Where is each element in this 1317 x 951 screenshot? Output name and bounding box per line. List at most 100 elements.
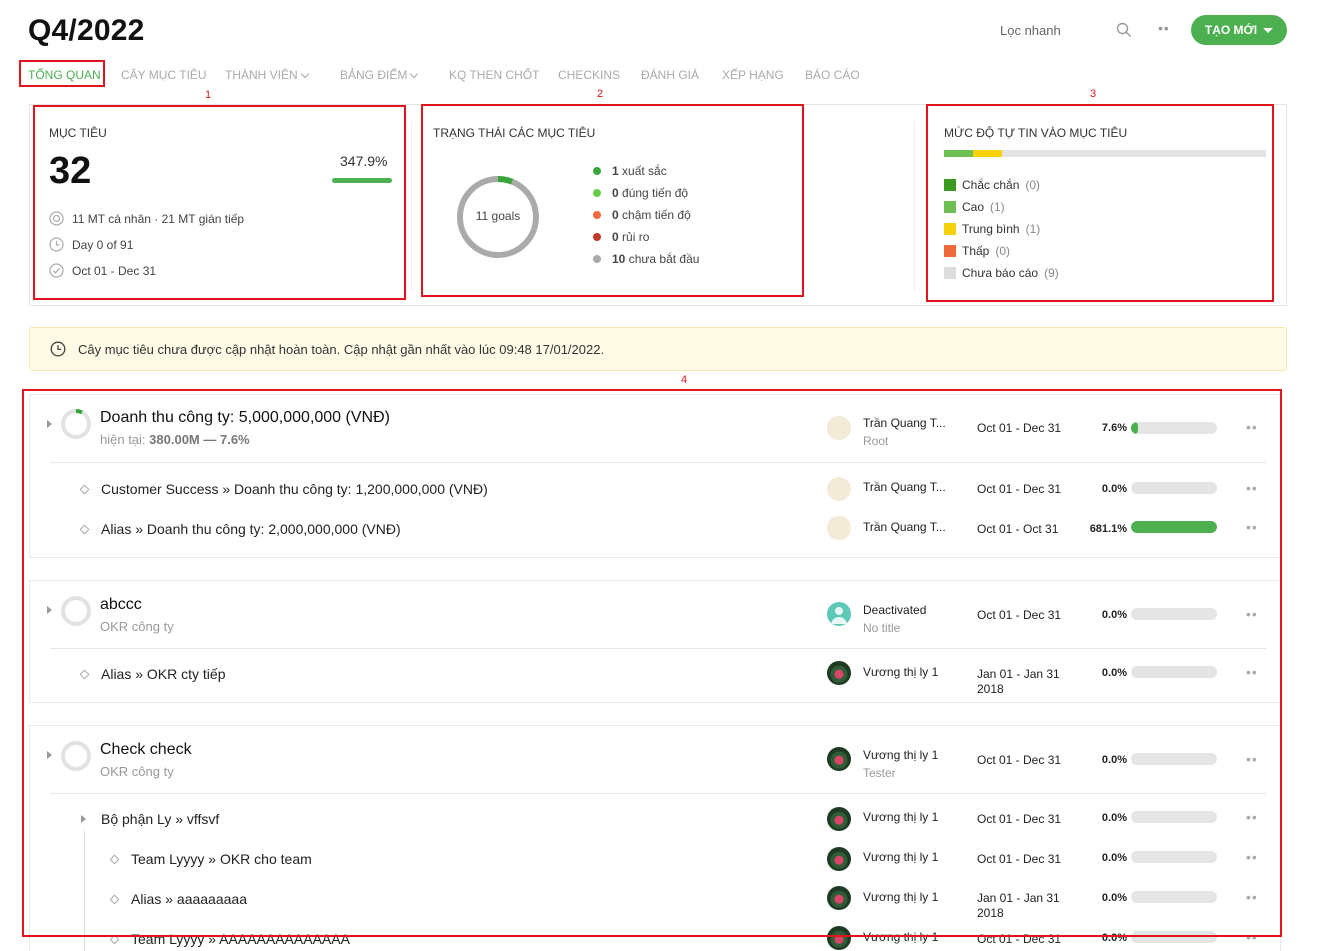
status-card-label: TRẠNG THÁI CÁC MỤC TIÊU bbox=[433, 126, 596, 140]
progress-bar bbox=[1131, 811, 1217, 823]
row-more-icon[interactable]: •• bbox=[1246, 519, 1258, 535]
tab-reports[interactable]: BÁO CÁO bbox=[805, 68, 860, 82]
divider bbox=[411, 121, 412, 291]
confidence-item-unreported: Chưa báo cáo (9) bbox=[944, 262, 1059, 284]
avatar[interactable] bbox=[827, 926, 851, 950]
avatar[interactable] bbox=[827, 416, 851, 440]
row-more-icon[interactable]: •• bbox=[1246, 751, 1258, 767]
donut-center-label: 11 goals bbox=[475, 209, 521, 223]
confidence-text: Thấp bbox=[962, 244, 990, 258]
owner-name[interactable]: Vương thị ly 1 bbox=[863, 890, 938, 904]
row-more-icon[interactable]: •• bbox=[1246, 419, 1258, 435]
create-new-button[interactable]: TẠO MỚI bbox=[1191, 15, 1287, 45]
owner-name[interactable]: Vương thị ly 1 bbox=[863, 850, 938, 864]
avatar[interactable] bbox=[827, 847, 851, 871]
date-range: Oct 01 - Dec 31 bbox=[977, 482, 1062, 496]
row-more-icon[interactable]: •• bbox=[1246, 664, 1258, 680]
owner-name[interactable]: Vương thị ly 1 bbox=[863, 748, 938, 762]
date-range: Jan 01 - Jan 31 2018 bbox=[977, 667, 1060, 697]
child-goal-title[interactable]: Team Lyyyy » OKR cho team bbox=[131, 851, 312, 867]
tab-goal-tree[interactable]: CÂY MỤC TIÊU bbox=[121, 68, 207, 82]
avatar[interactable] bbox=[827, 477, 851, 501]
legend-swatch bbox=[944, 223, 956, 235]
row-more-icon[interactable]: •• bbox=[1246, 480, 1258, 496]
owner-name[interactable]: Trần Quang T... bbox=[863, 520, 946, 534]
annotation-number: 1 bbox=[205, 89, 212, 101]
avatar[interactable] bbox=[827, 516, 851, 540]
owner-role: No title bbox=[863, 621, 901, 635]
owner-name[interactable]: Trần Quang T... bbox=[863, 480, 946, 494]
expand-icon[interactable] bbox=[81, 815, 86, 823]
tab-members[interactable]: THÀNH VIÊN bbox=[225, 68, 309, 82]
confidence-count: (9) bbox=[1044, 266, 1059, 280]
row-more-icon[interactable]: •• bbox=[1246, 606, 1258, 622]
goal-title[interactable]: Check check bbox=[100, 741, 192, 759]
tab-key-results[interactable]: KQ THEN CHỐT bbox=[449, 68, 539, 82]
tab-scoreboard[interactable]: BẢNG ĐIỂM bbox=[340, 68, 419, 82]
goal-group: Check check OKR công ty Vương thị ly 1 T… bbox=[29, 725, 1281, 951]
quick-filter-input[interactable]: Lọc nhanh bbox=[1000, 23, 1061, 38]
goal-title[interactable]: abccc bbox=[100, 596, 142, 614]
range-text: Oct 01 - Dec 31 bbox=[72, 263, 157, 278]
status-item-not-started: 10 chưa bắt đầu bbox=[593, 248, 699, 270]
tab-overview[interactable]: TỔNG QUAN bbox=[28, 68, 101, 82]
confidence-bar-segment bbox=[972, 150, 1002, 157]
progress-value: 7.6% bbox=[1101, 422, 1127, 434]
owner-name[interactable]: Vương thị ly 1 bbox=[863, 810, 938, 824]
search-icon[interactable] bbox=[1116, 22, 1132, 38]
row-more-icon[interactable]: •• bbox=[1246, 849, 1258, 865]
status-count: 0 bbox=[612, 230, 619, 244]
avatar[interactable] bbox=[827, 807, 851, 831]
owner-name[interactable]: Trần Quang T... bbox=[863, 416, 946, 430]
avatar[interactable] bbox=[827, 886, 851, 910]
status-text: đúng tiến độ bbox=[622, 186, 689, 200]
progress-value: 0.0% bbox=[1101, 852, 1127, 864]
tree-connector bbox=[84, 831, 85, 951]
owner-name[interactable]: Deactivated bbox=[863, 603, 926, 617]
owner-role: Tester bbox=[863, 766, 896, 780]
tab-reviews[interactable]: ĐÁNH GIÁ bbox=[641, 68, 699, 82]
page-title: Q4/2022 bbox=[28, 14, 145, 47]
child-goal-title[interactable]: Alias » Doanh thu công ty: 2,000,000,000… bbox=[101, 521, 401, 537]
owner-name[interactable]: Vương thị ly 1 bbox=[863, 930, 938, 944]
progress-bar bbox=[1131, 891, 1217, 903]
confidence-bar bbox=[944, 150, 1266, 157]
tab-ranking[interactable]: XẾP HẠNG bbox=[722, 68, 784, 82]
child-goal-title[interactable]: Bộ phận Ly » vffsvf bbox=[101, 811, 219, 827]
child-goal-title[interactable]: Team Lyyyy » AAAAAAAAAAAAAA bbox=[131, 931, 350, 947]
goal-progress-ring bbox=[61, 741, 91, 771]
progress-value: 0.0% bbox=[1101, 667, 1127, 679]
progress-bar bbox=[1131, 753, 1217, 765]
expand-icon[interactable] bbox=[47, 420, 52, 428]
progress-bar bbox=[1131, 931, 1217, 943]
goal-title[interactable]: Doanh thu công ty: 5,000,000,000 (VNĐ) bbox=[100, 409, 390, 427]
row-more-icon[interactable]: •• bbox=[1246, 929, 1258, 945]
child-goal-title[interactable]: Alias » OKR cty tiếp bbox=[101, 666, 226, 682]
child-goal-title[interactable]: Alias » aaaaaaaaa bbox=[131, 891, 247, 907]
avatar[interactable] bbox=[827, 747, 851, 771]
status-dot bbox=[593, 211, 601, 219]
expand-icon[interactable] bbox=[47, 751, 52, 759]
progress-bar bbox=[1131, 482, 1217, 494]
progress-bar bbox=[1131, 521, 1217, 533]
expand-icon[interactable] bbox=[47, 606, 52, 614]
tab-checkins[interactable]: CHECKINS bbox=[558, 68, 620, 82]
status-dot bbox=[593, 255, 601, 263]
target-icon bbox=[49, 211, 64, 226]
progress-value: 0.0% bbox=[1101, 812, 1127, 824]
goal-current-value: hiện tại: 380.00M — 7.6% bbox=[100, 432, 250, 447]
confidence-item-high: Cao (1) bbox=[944, 196, 1059, 218]
child-goal-title[interactable]: Customer Success » Doanh thu công ty: 1,… bbox=[101, 481, 488, 497]
owner-name[interactable]: Vương thị ly 1 bbox=[863, 665, 938, 679]
current-prefix: hiện tại: bbox=[100, 432, 150, 447]
confidence-text: Chưa báo cáo bbox=[962, 266, 1039, 280]
row-more-icon[interactable]: •• bbox=[1246, 809, 1258, 825]
avatar[interactable] bbox=[827, 661, 851, 685]
more-options-icon[interactable]: •• bbox=[1158, 20, 1170, 36]
row-more-icon[interactable]: •• bbox=[1246, 889, 1258, 905]
tab-label: XẾP HẠNG bbox=[722, 68, 784, 82]
date-range: Oct 01 - Dec 31 bbox=[977, 932, 1062, 946]
avatar[interactable] bbox=[827, 602, 851, 626]
status-item-on-track: 0 đúng tiến độ bbox=[593, 182, 699, 204]
check-circle-icon bbox=[49, 263, 64, 278]
